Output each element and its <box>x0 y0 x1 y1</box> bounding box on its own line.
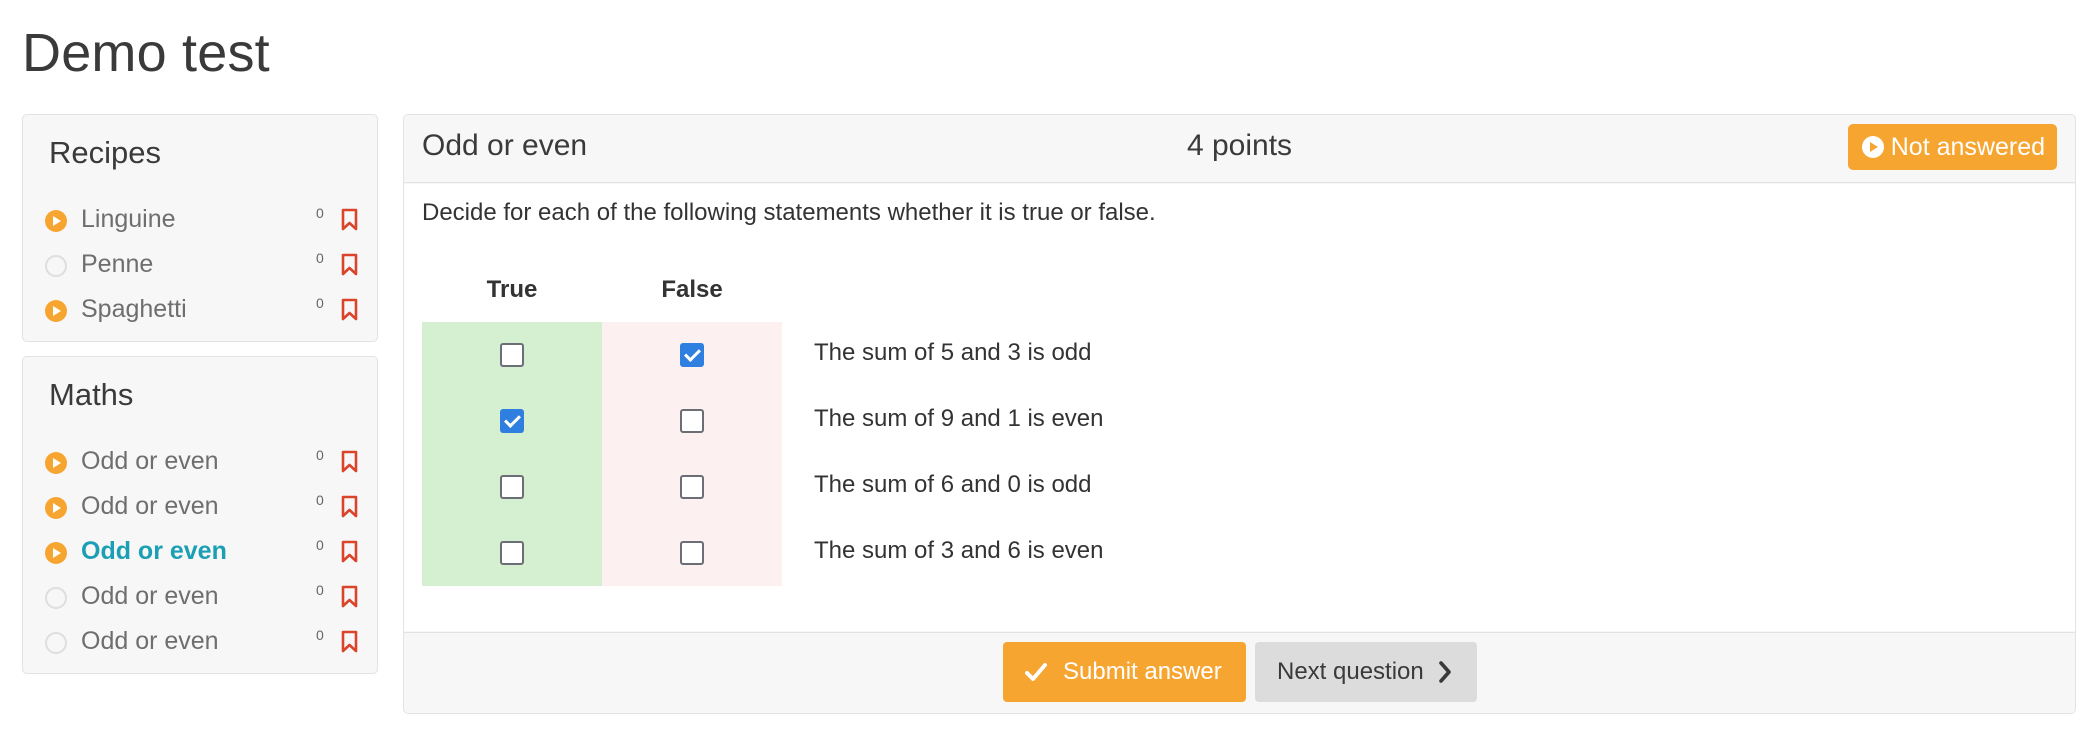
nav-item-label[interactable]: Odd or even <box>81 447 219 476</box>
nav-item-label[interactable]: Odd or even <box>81 627 219 656</box>
statement-row: The sum of 6 and 0 is odd <box>422 454 1822 520</box>
nav-item-count: 0 <box>316 250 324 266</box>
section-heading: Maths <box>49 377 134 412</box>
section-panel-maths: Maths Odd or even 0 Odd or even 0 Odd or… <box>22 356 378 674</box>
status-empty-icon <box>45 587 67 609</box>
nav-item-question[interactable]: Odd or even 0 <box>23 576 377 621</box>
statement-row: The sum of 9 and 1 is even <box>422 388 1822 454</box>
nav-item-question[interactable]: Odd or even 0 <box>23 486 377 531</box>
section-heading: Recipes <box>49 135 161 170</box>
statement-text: The sum of 6 and 0 is odd <box>814 471 1092 498</box>
column-header-true: True <box>486 276 538 303</box>
status-started-icon <box>45 210 67 232</box>
nav-item-label[interactable]: Odd or even <box>81 537 227 566</box>
nav-item-label[interactable]: Linguine <box>81 205 176 234</box>
false-checkbox[interactable] <box>680 541 704 565</box>
question-header: Odd or even 4 points Not answered <box>404 115 2075 183</box>
nav-item-count: 0 <box>316 627 324 643</box>
statement-text: The sum of 5 and 3 is odd <box>814 339 1092 366</box>
false-checkbox[interactable] <box>680 475 704 499</box>
nav-item-penne[interactable]: Penne 0 <box>23 244 377 289</box>
bookmark-flag-icon[interactable] <box>339 584 361 610</box>
next-question-label: Next question <box>1277 658 1424 685</box>
nav-item-count: 0 <box>316 492 324 508</box>
true-checkbox[interactable] <box>500 409 524 433</box>
true-checkbox[interactable] <box>500 475 524 499</box>
statement-text: The sum of 9 and 1 is even <box>814 405 1104 432</box>
question-body: Decide for each of the following stateme… <box>404 184 2075 631</box>
column-header-false: False <box>661 276 723 303</box>
section-panel-recipes: Recipes Linguine 0 Penne 0 Spaghetti 0 <box>22 114 378 342</box>
statement-row: The sum of 5 and 3 is odd <box>422 322 1822 388</box>
statement-text: The sum of 3 and 6 is even <box>814 537 1104 564</box>
nav-item-count: 0 <box>316 537 324 553</box>
bookmark-flag-icon[interactable] <box>339 207 361 233</box>
statement-row: The sum of 3 and 6 is even <box>422 520 1822 586</box>
nav-item-count: 0 <box>316 205 324 221</box>
status-started-icon <box>45 497 67 519</box>
nav-item-count: 0 <box>316 295 324 311</box>
false-checkbox[interactable] <box>680 409 704 433</box>
next-question-button[interactable]: Next question <box>1255 642 1477 702</box>
nav-item-label[interactable]: Spaghetti <box>81 295 187 324</box>
nav-item-question-active[interactable]: Odd or even 0 <box>23 531 377 576</box>
bookmark-flag-icon[interactable] <box>339 297 361 323</box>
bookmark-flag-icon[interactable] <box>339 449 361 475</box>
true-checkbox[interactable] <box>500 541 524 565</box>
question-footer: Submit answer Next question <box>404 632 2075 713</box>
nav-item-label[interactable]: Odd or even <box>81 492 219 521</box>
true-checkbox[interactable] <box>500 343 524 367</box>
nav-item-spaghetti[interactable]: Spaghetti 0 <box>23 289 377 334</box>
nav-item-question[interactable]: Odd or even 0 <box>23 621 377 666</box>
nav-item-count: 0 <box>316 582 324 598</box>
status-started-icon <box>45 542 67 564</box>
bookmark-flag-icon[interactable] <box>339 539 361 565</box>
status-started-icon <box>45 300 67 322</box>
bookmark-flag-icon[interactable] <box>339 252 361 278</box>
status-started-icon <box>45 452 67 474</box>
bookmark-flag-icon[interactable] <box>339 494 361 520</box>
nav-item-count: 0 <box>316 447 324 463</box>
page-title: Demo test <box>22 23 270 83</box>
submit-answer-button[interactable]: Submit answer <box>1003 642 1246 702</box>
question-points: 4 points <box>1186 129 1293 162</box>
status-empty-icon <box>45 632 67 654</box>
chevron-right-icon <box>1438 661 1451 683</box>
question-panel: Odd or even 4 points Not answered Decide… <box>403 114 2076 714</box>
question-instructions: Decide for each of the following stateme… <box>422 199 1156 226</box>
status-empty-icon <box>45 255 67 277</box>
check-icon <box>1025 663 1047 681</box>
nav-item-label[interactable]: Penne <box>81 250 153 279</box>
status-badge-label: Not answered <box>1890 132 2045 161</box>
status-badge: Not answered <box>1847 124 2057 170</box>
nav-item-question[interactable]: Odd or even 0 <box>23 441 377 486</box>
nav-item-linguine[interactable]: Linguine 0 <box>23 199 377 244</box>
play-circle-icon <box>1861 136 1884 158</box>
submit-answer-label: Submit answer <box>1063 658 1222 685</box>
bookmark-flag-icon[interactable] <box>339 629 361 655</box>
false-checkbox[interactable] <box>680 343 704 367</box>
nav-item-label[interactable]: Odd or even <box>81 582 219 611</box>
